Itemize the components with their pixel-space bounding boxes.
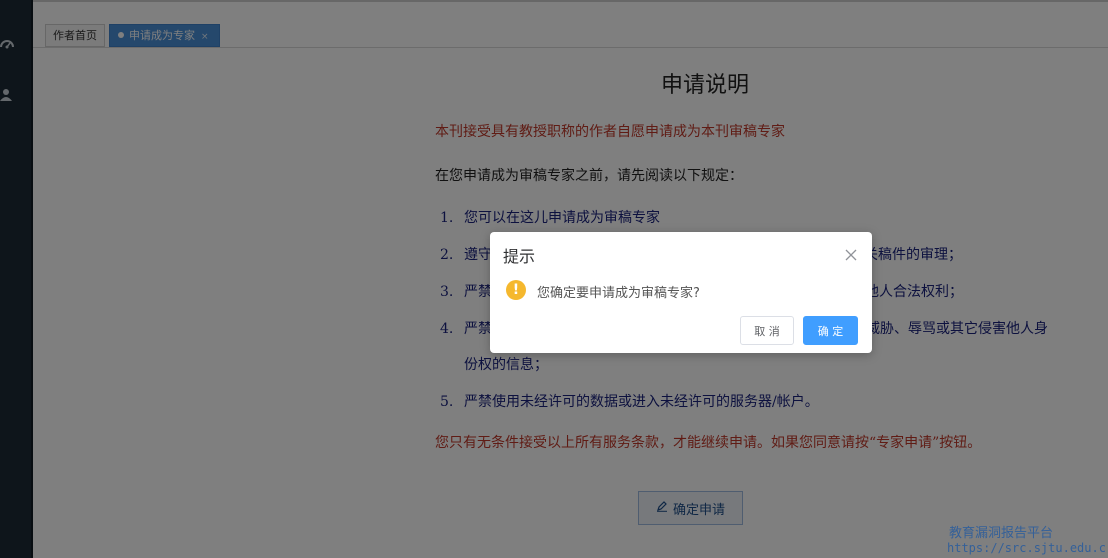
watermark-url: https://src.sjtu.edu.c [947, 541, 1106, 555]
confirm-dialog: 提示 ! 您确定要申请成为审稿专家? 取 消 确 定 [490, 232, 872, 353]
warning-icon: ! [506, 280, 526, 300]
cancel-button[interactable]: 取 消 [740, 316, 794, 345]
dialog-title: 提示 [503, 247, 536, 266]
dialog-message: 您确定要申请成为审稿专家? [537, 286, 700, 301]
close-icon[interactable] [844, 247, 858, 261]
watermark-title: 教育漏洞报告平台 [949, 526, 1054, 541]
confirm-button[interactable]: 确 定 [803, 316, 858, 345]
